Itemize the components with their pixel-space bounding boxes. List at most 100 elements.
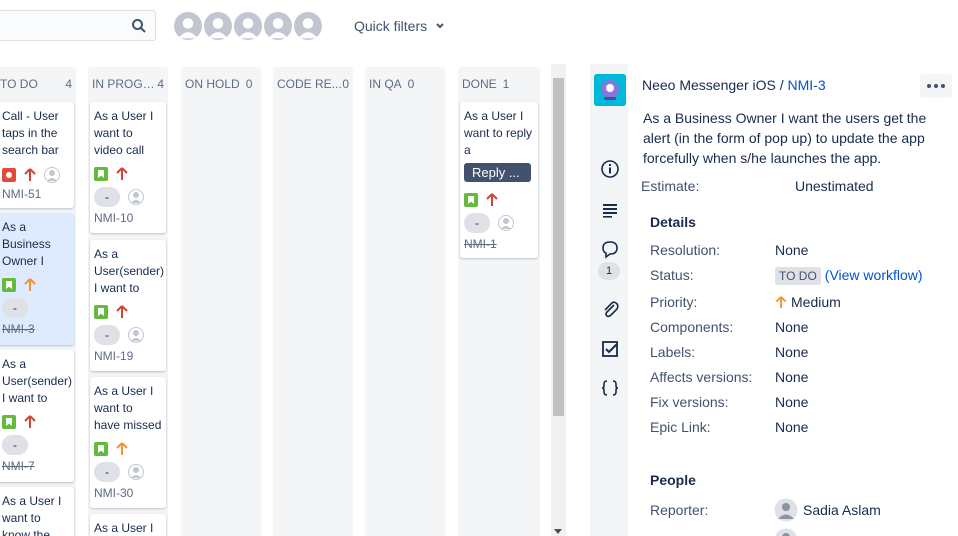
board-scrollbar[interactable] — [551, 64, 566, 536]
comment-icon[interactable] — [600, 239, 620, 259]
affects-versions-value[interactable]: None — [775, 369, 808, 385]
user-avatar-icon — [238, 18, 258, 39]
avatar[interactable] — [172, 10, 204, 42]
story-icon — [464, 193, 478, 207]
issue-card[interactable]: As a User I — [90, 514, 166, 536]
story-icon — [2, 415, 16, 429]
user-avatar-icon — [268, 18, 288, 39]
user-avatar-icon — [178, 18, 198, 39]
avatar[interactable] — [202, 10, 234, 42]
details-heading: Details — [650, 214, 696, 230]
scroll-down-arrow-icon[interactable] — [554, 529, 562, 534]
card-summary: Call - User taps in the search bar — [2, 109, 59, 157]
issue-card[interactable]: As a User I want to reply a Reply ... - … — [460, 102, 538, 258]
priority-high-icon — [24, 415, 36, 428]
column-count: 4 — [157, 77, 164, 91]
reply-button[interactable]: Reply ... — [464, 163, 531, 182]
labels-value[interactable]: None — [775, 344, 808, 360]
card-summary: As a User(sender) I want to — [2, 357, 73, 405]
column-count: 4 — [65, 77, 72, 91]
resolution-label: Resolution: — [650, 242, 721, 258]
issue-card[interactable]: As a User I want to video call - NMI-10 — [90, 102, 166, 233]
status-lozenge[interactable]: TO DO — [775, 267, 821, 285]
issue-card[interactable]: As a User I want to know the — [0, 487, 74, 536]
fix-versions-label: Fix versions: — [650, 394, 729, 410]
priority-high-icon — [24, 168, 36, 181]
components-value[interactable]: None — [775, 319, 808, 335]
column-name: IN QA — [369, 77, 402, 91]
board: TO DO 4 Call - User taps in the search b… — [0, 67, 540, 536]
issue-card[interactable]: As a User(sender) I want to - NMI-7 — [0, 350, 74, 482]
card-summary: As a User(sender) I want to — [94, 247, 165, 295]
reporter-avatar-icon — [774, 498, 798, 522]
avatar[interactable] — [292, 10, 324, 42]
scrollbar-thumb[interactable] — [553, 78, 564, 416]
description-icon[interactable] — [600, 200, 620, 220]
column-header: TO DO 4 — [0, 67, 76, 101]
view-workflow-link[interactable]: (View workflow) — [825, 267, 923, 283]
card-key: NMI-1 — [464, 237, 497, 251]
column-header: DONE 1 — [458, 67, 540, 101]
search-input[interactable] — [0, 10, 156, 41]
priority-label: Priority: — [650, 294, 698, 310]
story-icon — [94, 305, 108, 319]
estimate-badge: - — [94, 462, 120, 482]
avatar[interactable] — [262, 10, 294, 42]
breadcrumb-issue-key[interactable]: NMI-3 — [788, 77, 826, 93]
issue-card-selected[interactable]: As a Business Owner I - NMI-3 — [0, 213, 74, 345]
estimate-value[interactable]: Unestimated — [795, 178, 874, 194]
status-label: Status: — [650, 267, 694, 283]
info-icon[interactable] — [600, 159, 620, 179]
avatar[interactable] — [232, 10, 264, 42]
comment-count-badge: 1 — [598, 262, 620, 280]
story-icon — [94, 442, 108, 456]
unassigned-avatar-icon — [498, 215, 514, 231]
fix-versions-value[interactable]: None — [775, 394, 808, 410]
priority-high-icon — [116, 167, 128, 180]
epic-link-value[interactable]: None — [775, 419, 808, 435]
issue-summary[interactable]: As a Business Owner I want the users get… — [643, 108, 953, 168]
braces-icon[interactable] — [600, 378, 620, 398]
resolution-value: None — [775, 242, 809, 258]
paperclip-icon[interactable] — [600, 299, 620, 319]
priority-medium-icon — [116, 442, 128, 455]
project-logo[interactable] — [594, 74, 626, 106]
breadcrumb-project[interactable]: Neeo Messenger iOS — [642, 77, 776, 93]
estimate-label: Estimate: — [641, 178, 700, 194]
checkbox-icon[interactable] — [600, 339, 620, 359]
quick-filters-label: Quick filters — [354, 18, 428, 34]
card-key: NMI-10 — [94, 211, 134, 225]
issue-card[interactable]: Call - User taps in the search bar NMI-5… — [0, 102, 74, 208]
unassigned-avatar-icon — [44, 167, 60, 183]
priority-value[interactable]: Medium — [775, 294, 841, 310]
issue-card[interactable]: As a User(sender) I want to - NMI-19 — [90, 240, 166, 371]
card-summary: As a Business Owner I — [2, 220, 51, 268]
more-actions-button[interactable] — [920, 74, 952, 98]
card-summary: As a User I want to video call — [94, 109, 154, 157]
card-summary: As a User I — [94, 521, 154, 535]
story-icon — [94, 167, 108, 181]
reporter-value[interactable]: Sadia Aslam — [803, 502, 881, 518]
column-in-progress: IN PROGR... 4 As a User I want to video … — [88, 67, 168, 536]
more-dots-icon — [927, 84, 931, 88]
column-on-hold: ON HOLD 0 — [181, 67, 261, 536]
column-done: DONE 1 As a User I want to reply a Reply… — [458, 67, 540, 536]
column-count: 0 — [342, 77, 349, 91]
column-header: CODE RE... 0 — [273, 67, 353, 101]
search-icon — [132, 19, 146, 33]
card-key: NMI-3 — [2, 322, 35, 336]
assignee-avatar-icon — [775, 528, 797, 536]
card-summary: As a User I want to know the — [2, 494, 62, 536]
labels-label: Labels: — [650, 344, 696, 360]
column-name: CODE RE... — [277, 77, 342, 91]
quick-filters-dropdown[interactable]: Quick filters — [354, 18, 445, 34]
column-code-review: CODE RE... 0 — [273, 67, 353, 536]
card-summary: As a User I want to have missed — [94, 384, 162, 432]
column-header: IN QA 0 — [365, 67, 445, 101]
column-name: TO DO — [0, 77, 38, 91]
board-page: Quick filters TO DO 4 Call - User taps i… — [0, 0, 958, 536]
issue-card[interactable]: As a User I want to have missed - NMI-30 — [90, 377, 166, 508]
column-header: IN PROGR... 4 — [88, 67, 168, 101]
estimate-badge: - — [2, 298, 28, 318]
story-icon — [2, 278, 16, 292]
